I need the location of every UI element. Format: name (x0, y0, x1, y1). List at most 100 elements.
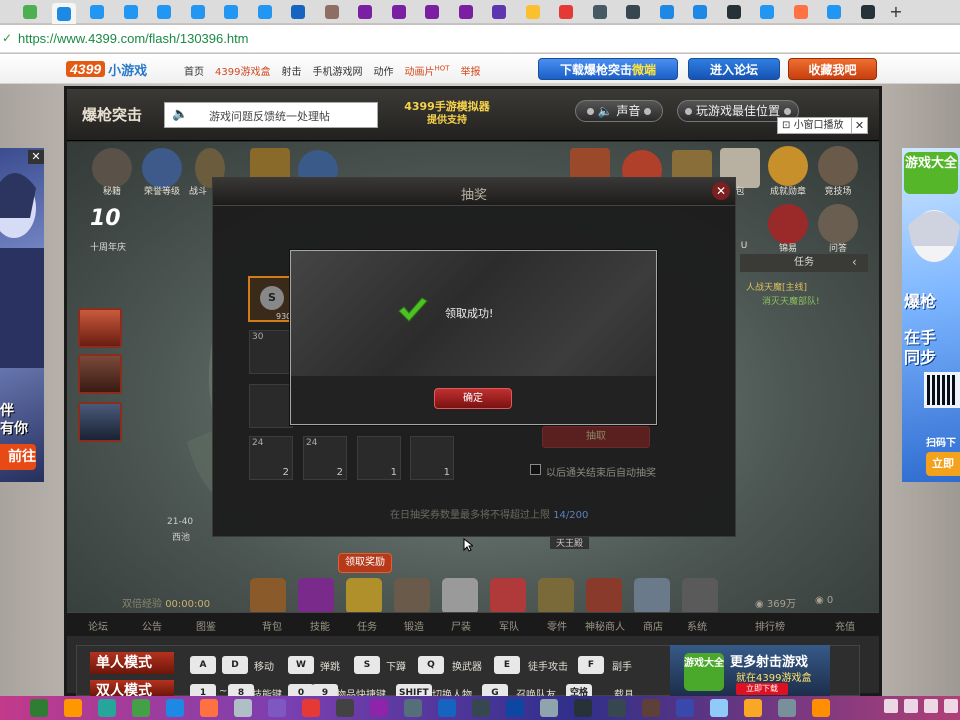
menu-skills[interactable]: 技能 (310, 618, 357, 633)
taskbar-app-icon[interactable] (540, 699, 558, 717)
promo-download-button[interactable]: 立即下载 (736, 683, 788, 695)
taskbar-app-icon[interactable] (642, 699, 660, 717)
taskbar-app-icon[interactable] (234, 699, 252, 717)
menu-system[interactable]: 系统 (687, 618, 755, 633)
browser-tab[interactable] (822, 3, 846, 21)
hero-portrait-3[interactable] (78, 402, 122, 442)
browser-tab[interactable] (51, 3, 76, 24)
menu-ranking[interactable]: 排行榜 (755, 618, 835, 633)
ad-left-close-icon[interactable]: ✕ (28, 150, 44, 164)
taskbar-app-icon[interactable] (812, 699, 830, 717)
lottery-draw-button[interactable]: 抽取 (542, 426, 650, 448)
ad-right-cta-button[interactable]: 立即 (926, 452, 960, 476)
menu-mystery-merchant[interactable]: 神秘商人 (585, 618, 643, 633)
mini-window-close-icon[interactable]: ✕ (851, 117, 868, 134)
skull-icon[interactable] (442, 578, 478, 614)
menu-forum[interactable]: 论坛 (88, 618, 142, 633)
confirm-button[interactable]: 确定 (434, 388, 512, 409)
lottery-slot[interactable]: 30 (249, 330, 293, 374)
lottery-slot[interactable]: 24 2 (303, 436, 347, 480)
forge-icon[interactable] (394, 578, 430, 614)
chevron-left-icon[interactable]: ‹ (852, 255, 857, 269)
browser-tab[interactable] (688, 3, 712, 21)
lottery-close-icon[interactable]: ✕ (712, 182, 730, 200)
browser-tab[interactable] (588, 3, 612, 21)
task-main[interactable]: 人战天魔[主线] (746, 280, 807, 293)
new-tab-button[interactable]: + (886, 3, 906, 21)
browser-tab[interactable] (521, 3, 545, 21)
address-bar[interactable]: ✓ https://www.4399.com/flash/130396.htm (0, 25, 960, 53)
nav-cartoon[interactable]: 动画片HOT (404, 63, 449, 78)
enter-forum-button[interactable]: 进入论坛 (688, 58, 780, 80)
nav-home[interactable]: 首页 (184, 63, 204, 78)
browser-tab[interactable] (722, 3, 746, 21)
browser-tab[interactable] (186, 3, 210, 21)
settings-gear-icon[interactable] (682, 578, 718, 614)
nav-report[interactable]: 举报 (461, 63, 481, 78)
tray-icon[interactable] (944, 699, 958, 713)
menu-quests[interactable]: 任务 (357, 618, 404, 633)
browser-tab[interactable] (655, 3, 679, 21)
menu-notice[interactable]: 公告 (142, 618, 196, 633)
browser-tab[interactable] (755, 3, 779, 21)
trophy-icon[interactable] (768, 146, 808, 186)
browser-tab[interactable] (789, 3, 813, 21)
army-icon[interactable] (490, 578, 526, 614)
crossed-swords-icon[interactable] (818, 146, 858, 186)
menu-backpack[interactable]: 背包 (262, 618, 310, 633)
browser-tab[interactable] (454, 3, 478, 21)
taskbar-app-icon[interactable] (302, 699, 320, 717)
parts-icon[interactable] (538, 578, 574, 614)
browser-tab[interactable] (621, 3, 645, 21)
nav-game-box[interactable]: 4399游戏盒 (215, 63, 270, 78)
sound-button[interactable]: 🔈 声音 (575, 100, 663, 122)
browser-tab[interactable] (253, 3, 277, 21)
lottery-slot[interactable]: 24 2 (249, 436, 293, 480)
store-icon[interactable] (634, 578, 670, 614)
taskbar-app-icon[interactable] (778, 699, 796, 717)
browser-tab[interactable] (152, 3, 176, 21)
browser-tab[interactable] (219, 3, 243, 21)
taskbar-app-icon[interactable] (676, 699, 694, 717)
single-player-mode[interactable]: 单人模式 (90, 652, 174, 674)
task-panel-header[interactable]: 任务 (740, 254, 868, 272)
menu-recharge[interactable]: 充值 (835, 618, 865, 633)
browser-tab[interactable] (420, 3, 444, 21)
hero-portrait-2[interactable] (78, 354, 122, 394)
nav-action[interactable]: 动作 (373, 63, 393, 78)
boss-location[interactable]: 天王殿 (550, 536, 590, 549)
map-name[interactable]: 西池 (172, 530, 190, 543)
nav-shooting[interactable]: 射击 (281, 63, 301, 78)
taskbar-app-icon[interactable] (30, 699, 48, 717)
game-box-promo[interactable]: 游戏大全 更多射击游戏 就在4399游戏盒 立即下载 (670, 645, 830, 696)
taskbar-app-icon[interactable] (370, 699, 388, 717)
menu-shop[interactable]: 商店 (643, 618, 687, 633)
menu-army[interactable]: 军队 (499, 618, 547, 633)
tray-icon[interactable] (884, 699, 898, 713)
browser-tab[interactable] (286, 3, 310, 21)
url-text[interactable]: https://www.4399.com/flash/130396.htm (18, 31, 249, 46)
left-side-ad[interactable]: 伴 有你 前往 (0, 148, 44, 482)
taskbar-app-icon[interactable] (98, 699, 116, 717)
menu-parts[interactable]: 零件 (547, 618, 585, 633)
claim-reward-button[interactable]: 领取奖励 (338, 553, 392, 573)
quest-scroll-icon[interactable] (346, 578, 382, 614)
menu-codex[interactable]: 图鉴 (196, 618, 262, 633)
feedback-text[interactable]: 游戏问题反馈统一处理帖 (209, 108, 330, 124)
two-player-mode[interactable]: 双人模式 (90, 680, 174, 696)
taskbar-app-icon[interactable] (472, 699, 490, 717)
tray-icon[interactable] (924, 699, 938, 713)
nav-mobile-games[interactable]: 手机游戏网 (312, 63, 362, 78)
taskbar-app-icon[interactable] (744, 699, 762, 717)
ten-year-number[interactable]: 10 (90, 206, 121, 231)
taskbar-app-icon[interactable] (574, 699, 592, 717)
backpack-icon[interactable] (250, 578, 286, 614)
download-client-button[interactable]: 下载爆枪突击微端 (538, 58, 678, 80)
taskbar-app-icon[interactable] (336, 699, 354, 717)
taskbar-app-icon[interactable] (506, 699, 524, 717)
right-side-ad[interactable]: 游戏大全 爆枪 在手 同步 扫码下 立即 (902, 148, 960, 482)
taskbar-app-icon[interactable] (64, 699, 82, 717)
emulator-sponsor[interactable]: 4399手游模拟器 提供支持 (402, 100, 492, 128)
taskbar-app-icon[interactable] (200, 699, 218, 717)
browser-tab[interactable] (85, 3, 109, 21)
